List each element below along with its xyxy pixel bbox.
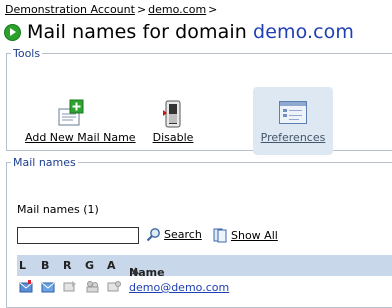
add-new-mail-name-button[interactable]: Add New Mail Name	[25, 87, 136, 155]
tools-panel: Tools Add New Mail Name Disable Preferen…	[6, 47, 392, 155]
preferences-button[interactable]: Preferences	[253, 87, 333, 155]
tools-legend: Tools	[13, 47, 41, 60]
show-all-label: Show All	[231, 228, 278, 242]
column-header-g[interactable]: G	[85, 259, 94, 272]
mail-names-panel: Mail names Mail names (1) Search Show Al…	[6, 156, 392, 308]
column-header-b[interactable]: B	[41, 259, 49, 272]
page-title-text: Mail names for domain	[27, 21, 247, 43]
mail-name-link[interactable]: demo@demo.com	[129, 281, 229, 294]
mailbox-icon[interactable]	[19, 280, 33, 293]
table-row: demo@demo.com	[17, 277, 392, 299]
show-all-button[interactable]: Show All	[212, 227, 278, 243]
group-icon-disabled[interactable]	[85, 280, 99, 293]
table-header: L B R G A Name ▲	[17, 255, 392, 279]
search-input[interactable]	[17, 227, 139, 244]
bounce-icon[interactable]	[41, 280, 55, 293]
column-header-l[interactable]: L	[19, 259, 26, 272]
breadcrumb-link-domain[interactable]: demo.com	[148, 3, 206, 16]
breadcrumb: Demonstration Account > demo.com >	[5, 3, 219, 16]
column-header-r[interactable]: R	[63, 259, 71, 272]
mail-names-count: Mail names (1)	[17, 203, 99, 216]
page-title-domain: demo.com	[253, 21, 354, 43]
add-mail-name-icon	[58, 99, 84, 126]
go-arrow-icon	[4, 23, 21, 41]
column-header-a[interactable]: A	[107, 259, 116, 272]
autoresponder-icon-disabled[interactable]	[107, 280, 121, 293]
search-icon	[146, 228, 160, 242]
redirect-icon-disabled[interactable]	[63, 280, 77, 293]
search-button[interactable]: Search	[146, 227, 202, 242]
page-title: Mail names for domain demo.com	[27, 21, 354, 43]
page-header: Mail names for domain demo.com	[4, 19, 354, 45]
show-all-icon	[213, 228, 227, 243]
preferences-icon	[279, 101, 307, 124]
disable-switch-icon	[163, 100, 181, 128]
breadcrumb-separator: >	[136, 3, 147, 16]
disable-label: Disable	[152, 131, 194, 144]
breadcrumb-link-account[interactable]: Demonstration Account	[5, 3, 135, 16]
search-label: Search	[164, 228, 202, 241]
mail-names-legend: Mail names	[13, 156, 76, 169]
sort-ascending-icon: ▲	[132, 265, 139, 276]
add-new-mail-name-label: Add New Mail Name	[25, 131, 136, 144]
preferences-label: Preferences	[260, 131, 326, 144]
disable-button[interactable]: Disable	[143, 87, 203, 155]
breadcrumb-separator: >	[208, 3, 218, 16]
